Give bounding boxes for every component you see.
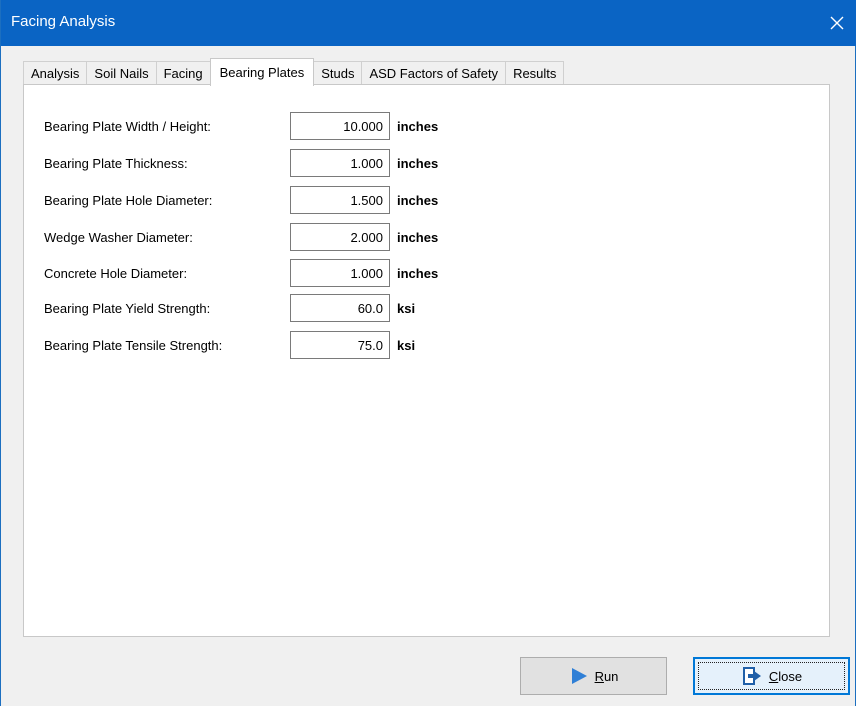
run-button-label: Run xyxy=(595,669,619,684)
facing-analysis-window: Facing Analysis Analysis Soil Nails Faci… xyxy=(0,0,856,706)
plate-hole-diameter-input[interactable]: 1.500 xyxy=(290,186,390,214)
plate-thickness-input[interactable]: 1.000 xyxy=(290,149,390,177)
tab-analysis[interactable]: Analysis xyxy=(23,61,88,85)
tab-asd-factors-of-safety[interactable]: ASD Factors of Safety xyxy=(361,61,507,85)
close-label-rest: lose xyxy=(778,668,803,684)
close-button[interactable]: Close xyxy=(693,657,850,695)
field-label: Bearing Plate Thickness: xyxy=(44,156,188,171)
field-label: Wedge Washer Diameter: xyxy=(44,230,193,245)
wedge-washer-diameter-input[interactable]: 2.000 xyxy=(290,223,390,251)
unit-label: inches xyxy=(397,266,439,281)
unit-label: inches xyxy=(397,193,439,208)
tab-results[interactable]: Results xyxy=(505,61,565,85)
field-label: Concrete Hole Diameter: xyxy=(44,266,188,281)
unit-label: ksi xyxy=(397,301,416,316)
play-icon xyxy=(569,666,589,686)
tab-label: Soil Nails xyxy=(94,66,149,81)
tab-label: Bearing Plates xyxy=(219,65,305,80)
tab-strip: Analysis Soil Nails Facing Bearing Plate… xyxy=(23,58,565,86)
tab-label: Analysis xyxy=(31,66,80,81)
unit-label: inches xyxy=(397,119,439,134)
unit-label: inches xyxy=(397,230,439,245)
close-window-icon[interactable] xyxy=(817,0,856,46)
run-label-rest: un xyxy=(603,668,619,684)
tab-bearing-plates[interactable]: Bearing Plates xyxy=(209,58,315,86)
unit-label: inches xyxy=(397,156,439,171)
run-button[interactable]: Run xyxy=(520,657,667,695)
field-label: Bearing Plate Yield Strength: xyxy=(44,301,211,316)
field-label: Bearing Plate Hole Diameter: xyxy=(44,193,213,208)
close-button-label: Close xyxy=(769,669,802,684)
title-bar[interactable]: Facing Analysis xyxy=(1,0,856,46)
tab-soil-nails[interactable]: Soil Nails xyxy=(86,61,157,85)
run-accelerator: R xyxy=(594,668,604,684)
tab-label: Studs xyxy=(321,66,355,81)
plate-width-height-input[interactable]: 10.000 xyxy=(290,112,390,140)
tab-label: ASD Factors of Safety xyxy=(369,66,499,81)
window-title: Facing Analysis xyxy=(11,13,116,30)
tensile-strength-input[interactable]: 75.0 xyxy=(290,331,390,359)
field-label: Bearing Plate Tensile Strength: xyxy=(44,338,223,353)
unit-label: ksi xyxy=(397,338,416,353)
field-label: Bearing Plate Width / Height: xyxy=(44,119,211,134)
close-accelerator: C xyxy=(768,668,779,684)
tab-label: Facing xyxy=(163,66,203,81)
tab-facing[interactable]: Facing xyxy=(155,61,211,85)
concrete-hole-diameter-input[interactable]: 1.000 xyxy=(290,259,390,287)
bearing-plates-panel: Bearing Plate Width / Height: 10.000 inc… xyxy=(23,84,830,637)
tab-label: Results xyxy=(513,66,557,81)
yield-strength-input[interactable]: 60.0 xyxy=(290,294,390,322)
tab-studs[interactable]: Studs xyxy=(313,61,363,85)
